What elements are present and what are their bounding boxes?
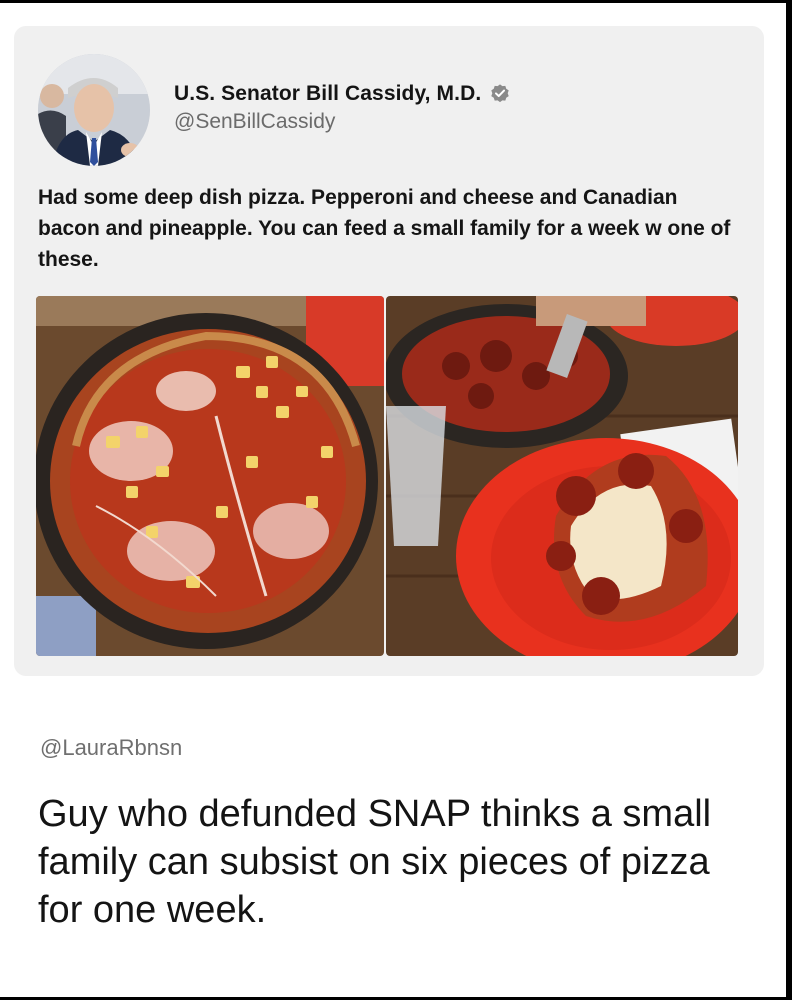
avatar-photo [38,54,150,166]
reply-text: Guy who defunded SNAP thinks a small fam… [38,793,712,931]
author-handle[interactable]: @SenBillCassidy [174,110,511,134]
verified-badge-icon [489,83,511,105]
frame-border-top [0,0,792,3]
pizza-image-right [386,296,738,656]
tweet-text: Had some deep dish pizza. Pepperoni and … [38,186,731,271]
frame-border-right [786,0,792,1000]
author-name[interactable]: U.S. Senator Bill Cassidy, M.D. [174,82,481,106]
avatar[interactable] [38,54,150,166]
pizza-image-left [36,296,384,656]
author-name-row: U.S. Senator Bill Cassidy, M.D. [174,82,511,106]
author-info: U.S. Senator Bill Cassidy, M.D. @SenBill… [174,82,511,134]
pizza-photo-left[interactable] [36,296,384,656]
reply-handle[interactable]: @LauraRbnsn [40,735,182,761]
pizza-photo-right[interactable] [386,296,738,656]
tweet-card[interactable]: U.S. Senator Bill Cassidy, M.D. @SenBill… [14,26,764,676]
